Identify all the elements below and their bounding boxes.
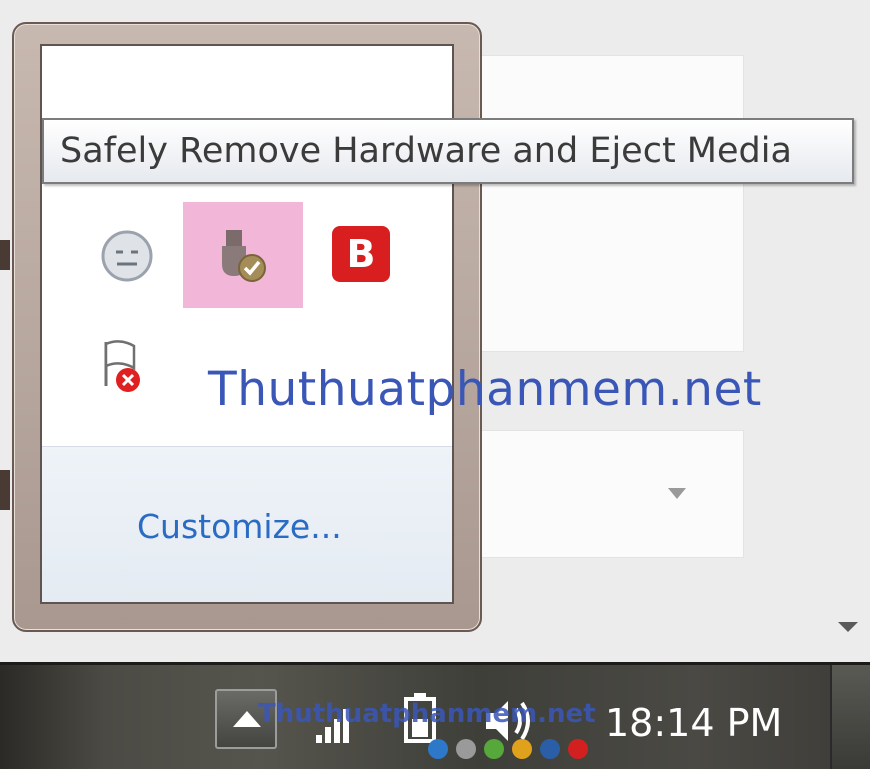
left-edge-strip	[0, 240, 10, 270]
bitdefender-b-icon[interactable]: B	[332, 226, 390, 282]
safely-remove-hardware-icon	[222, 230, 266, 282]
emoticon-icon[interactable]	[92, 221, 162, 291]
left-edge-strip-2	[0, 470, 10, 510]
watermark-text: Thuthuatphanmem.net	[208, 362, 762, 417]
dot-3	[484, 739, 504, 759]
dropdown-arrow-icon[interactable]	[668, 488, 686, 499]
dot-4	[512, 739, 532, 759]
dot-5	[540, 739, 560, 759]
dot-6	[568, 739, 588, 759]
tooltip: Safely Remove Hardware and Eject Media	[42, 118, 854, 184]
notification-overflow-flyout: B Customize...	[12, 22, 482, 632]
customize-link[interactable]: Customize...	[137, 507, 342, 546]
scroll-down-icon[interactable]	[838, 622, 858, 632]
safely-remove-highlight[interactable]	[183, 202, 303, 308]
dot-2	[456, 739, 476, 759]
taskbar: Thuthuatphanmem.net 18:14 PM	[0, 662, 870, 769]
background-panel-top	[470, 55, 744, 352]
watermark-dots	[428, 739, 588, 759]
tooltip-text: Safely Remove Hardware and Eject Media	[60, 131, 792, 171]
flyout-footer: Customize...	[42, 446, 452, 602]
taskbar-watermark-text: Thuthuatphanmem.net	[258, 699, 596, 729]
background-panel-bottom	[470, 430, 744, 558]
system-clock[interactable]: 18:14 PM	[605, 701, 782, 745]
dot-1	[428, 739, 448, 759]
action-center-flag-icon[interactable]	[90, 334, 160, 404]
bitdefender-letter: B	[346, 232, 376, 276]
show-desktop-button[interactable]	[830, 665, 870, 769]
